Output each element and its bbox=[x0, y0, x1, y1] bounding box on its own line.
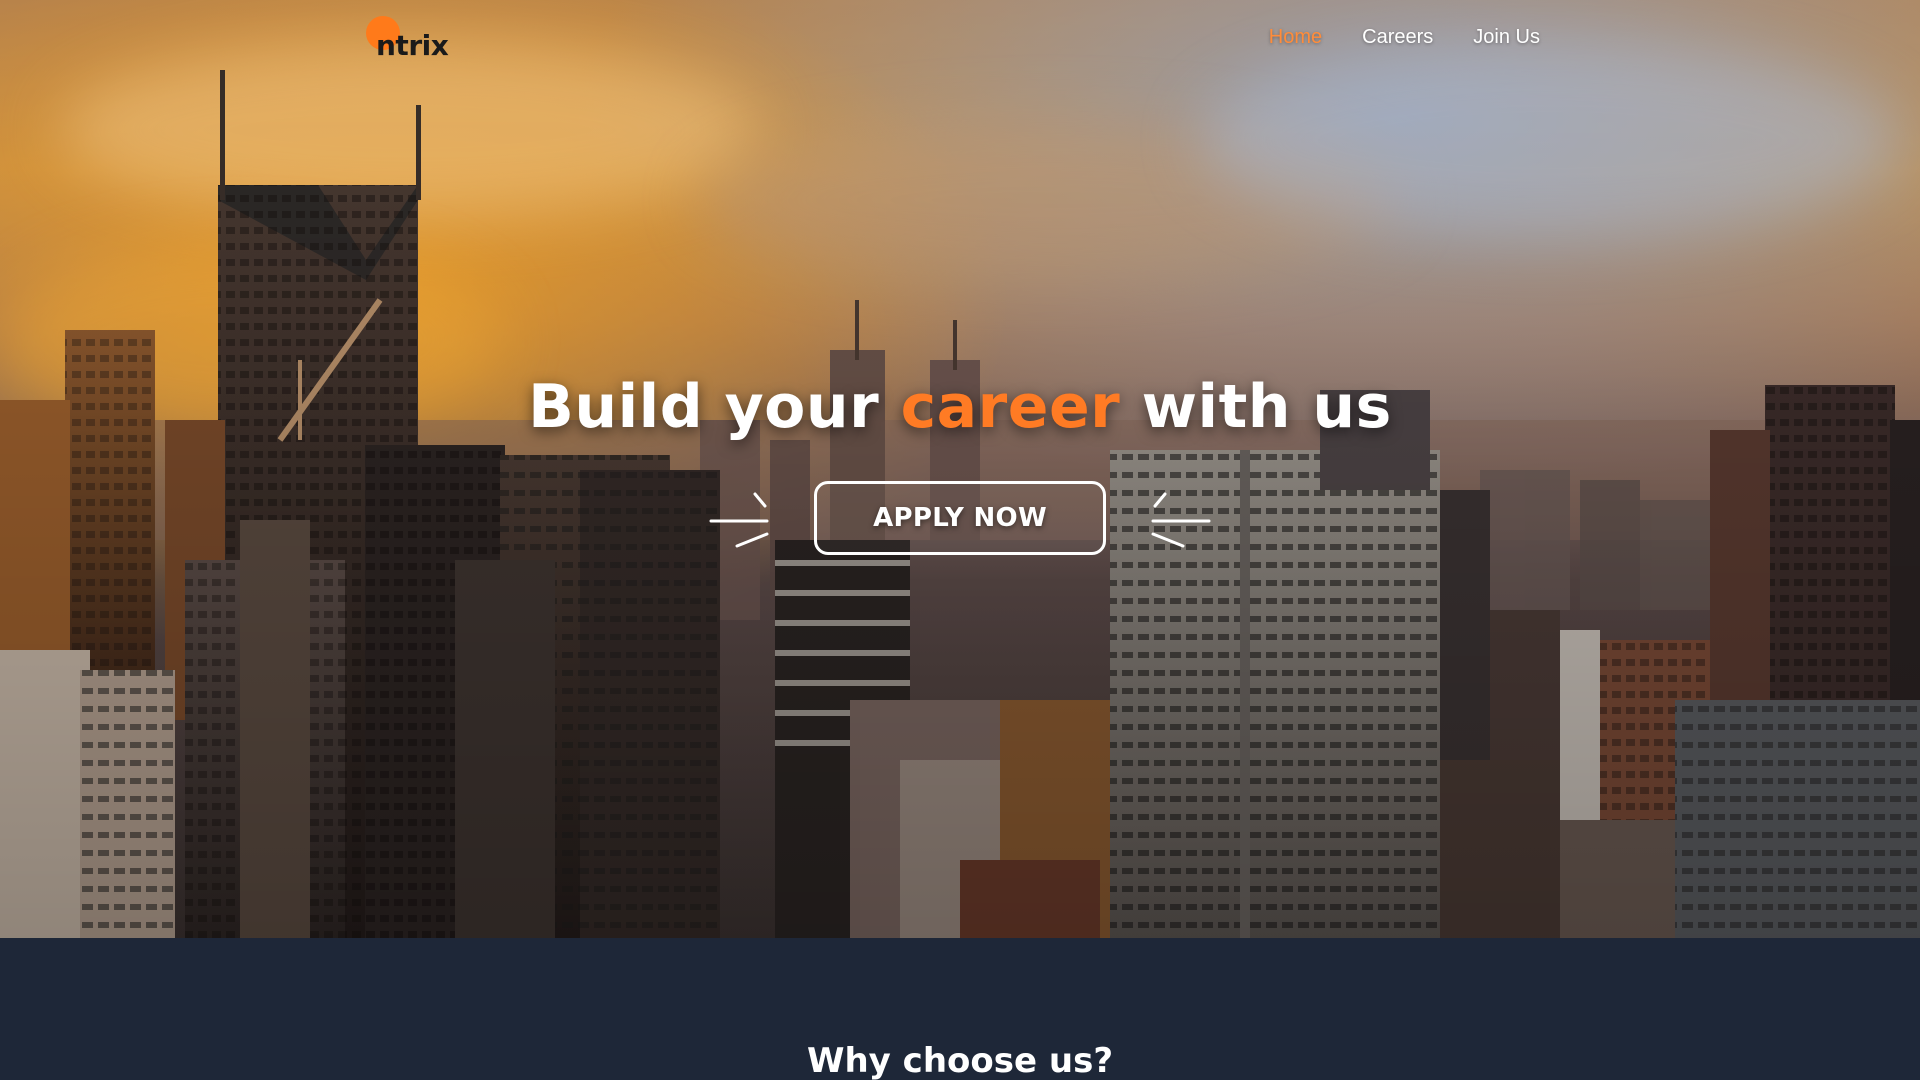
hero-section bbox=[0, 0, 1920, 938]
hero-dark-overlay bbox=[0, 0, 1920, 938]
nav-link-home[interactable]: Home bbox=[1269, 26, 1322, 49]
top-navbar: ntrix Home Careers Join Us bbox=[0, 0, 1920, 80]
cta-wrapper: APPLY NOW bbox=[0, 481, 1920, 555]
section-title: Why choose us? bbox=[806, 1041, 1114, 1080]
headline-part-1: Build your bbox=[528, 372, 901, 442]
nav-link-careers[interactable]: Careers bbox=[1362, 26, 1433, 49]
hero-headline: Build your career with us bbox=[0, 372, 1920, 442]
nav-link-join-us[interactable]: Join Us bbox=[1473, 26, 1540, 49]
nav-links: Home Careers Join Us bbox=[1269, 26, 1540, 49]
sparkle-right-icon bbox=[1151, 492, 1211, 548]
landing-page: ntrix Home Careers Join Us Build your ca… bbox=[0, 0, 1920, 1080]
apply-now-button[interactable]: APPLY NOW bbox=[709, 481, 1211, 555]
headline-part-2: with us bbox=[1120, 372, 1392, 442]
sparkle-left-icon bbox=[709, 492, 769, 548]
why-choose-us-section: Why choose us? bbox=[0, 938, 1920, 1080]
brand-logo[interactable]: ntrix bbox=[366, 16, 449, 62]
logo-text: ntrix bbox=[376, 29, 449, 62]
apply-now-label: APPLY NOW bbox=[873, 503, 1047, 533]
headline-accent: career bbox=[900, 372, 1121, 442]
